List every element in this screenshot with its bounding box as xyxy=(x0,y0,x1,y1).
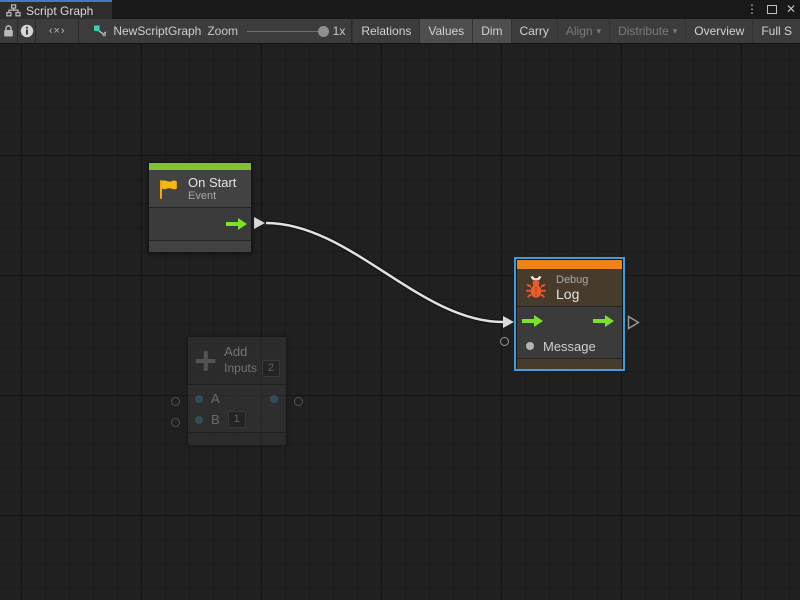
carry-button[interactable]: Carry xyxy=(511,19,557,43)
node-title: Log xyxy=(556,287,588,302)
zoom-slider[interactable] xyxy=(247,31,326,32)
port-a-outer-ring[interactable] xyxy=(171,397,180,406)
output-port-outer-ring[interactable] xyxy=(294,397,303,406)
node-add-wrapper: Add Inputs 2 A B xyxy=(187,336,287,445)
port-b-label: B xyxy=(211,412,220,427)
port-b-value-field[interactable]: 1 xyxy=(228,411,246,428)
lock-icon xyxy=(2,24,15,38)
flag-icon xyxy=(155,176,181,202)
node-title: Add xyxy=(224,344,280,359)
distribute-label: Distribute xyxy=(618,24,669,38)
info-icon xyxy=(20,24,34,38)
graph-canvas[interactable]: On Start Event xyxy=(0,44,800,600)
graph-hierarchy-icon xyxy=(6,4,21,17)
fullscreen-button[interactable]: Full S xyxy=(752,19,800,43)
bug-icon xyxy=(523,274,549,301)
flow-output-port[interactable] xyxy=(593,315,614,327)
node-on-start[interactable]: On Start Event xyxy=(148,162,252,253)
message-port-row: Message xyxy=(517,335,622,357)
flow-output-outer-triangle[interactable] xyxy=(627,315,640,330)
node-add[interactable]: Add Inputs 2 A B xyxy=(187,336,287,445)
input-port-a[interactable] xyxy=(195,395,203,403)
code-icon: ‹×› xyxy=(49,25,66,37)
port-row-a: A xyxy=(188,388,286,409)
node-subtitle: Event xyxy=(188,190,236,203)
node-footer xyxy=(517,358,622,369)
graph-breadcrumb[interactable]: NewScriptGraph xyxy=(79,19,201,43)
connection-wire-shadow xyxy=(266,223,503,322)
flow-input-port[interactable] xyxy=(522,315,543,327)
wire-end-arrow[interactable] xyxy=(503,316,514,328)
node-body xyxy=(149,208,251,240)
tab-title: Script Graph xyxy=(26,4,93,18)
values-button[interactable]: Values xyxy=(419,19,472,43)
window-menu-icon[interactable]: ⋮ xyxy=(746,0,758,19)
message-port-outer-ring[interactable] xyxy=(500,337,509,346)
output-port-sum[interactable] xyxy=(270,395,278,403)
zoom-slider-handle[interactable] xyxy=(318,26,329,37)
input-port-b[interactable] xyxy=(195,416,203,424)
relations-button[interactable]: Relations xyxy=(352,19,419,43)
plus-icon xyxy=(194,348,217,374)
carry-label: Carry xyxy=(520,24,549,38)
graph-name-label: NewScriptGraph xyxy=(113,24,201,38)
port-a-label: A xyxy=(211,391,220,406)
info-button[interactable] xyxy=(18,19,35,43)
message-port-label: Message xyxy=(543,339,596,354)
node-accent-bar xyxy=(517,260,622,269)
zoom-control: Zoom 1x xyxy=(201,19,351,43)
dim-button[interactable]: Dim xyxy=(472,19,510,43)
tab-script-graph[interactable]: Script Graph xyxy=(0,0,112,19)
node-accent-bar xyxy=(149,163,251,170)
align-button[interactable]: Align ▾ xyxy=(557,19,609,43)
node-category: Debug xyxy=(556,274,588,287)
node-header: Add Inputs 2 xyxy=(188,337,286,385)
node-footer xyxy=(149,240,251,252)
wire-layer xyxy=(0,44,800,600)
fullscreen-label: Full S xyxy=(761,24,792,38)
node-debug-log[interactable]: Debug Log Message xyxy=(516,259,623,369)
chevron-down-icon: ▾ xyxy=(673,26,678,37)
tab-bar: Script Graph ⋮ ✕ xyxy=(0,0,800,19)
flow-output-port[interactable] xyxy=(226,218,247,230)
script-graph-window: Script Graph ⋮ ✕ ‹×› xyxy=(0,0,800,600)
maximize-icon[interactable] xyxy=(767,5,777,14)
inputs-count-field[interactable]: 2 xyxy=(262,360,280,377)
node-footer xyxy=(188,432,286,445)
window-controls: ⋮ ✕ xyxy=(746,0,796,19)
overview-label: Overview xyxy=(694,24,744,38)
values-label: Values xyxy=(428,24,464,38)
graph-toolbar: ‹×› NewScriptGraph Zoom 1x Relations Val… xyxy=(0,19,800,44)
node-body: Message xyxy=(517,307,622,358)
zoom-value: 1x xyxy=(333,24,346,38)
code-view-button[interactable]: ‹×› xyxy=(36,19,78,43)
align-label: Align xyxy=(566,24,593,38)
wire-start-arrow[interactable] xyxy=(254,217,265,229)
node-body: A B 1 xyxy=(188,385,286,432)
dim-label: Dim xyxy=(481,24,502,38)
message-input-port[interactable] xyxy=(526,342,534,350)
close-icon[interactable]: ✕ xyxy=(786,0,796,19)
node-title: On Start xyxy=(188,175,236,190)
relations-label: Relations xyxy=(361,24,411,38)
chevron-down-icon: ▾ xyxy=(597,26,602,37)
node-header: Debug Log xyxy=(517,269,622,307)
flow-port-row xyxy=(517,307,622,335)
node-header: On Start Event xyxy=(149,170,251,208)
port-row-b: B 1 xyxy=(188,409,286,430)
inputs-label: Inputs xyxy=(224,361,257,376)
distribute-button[interactable]: Distribute ▾ xyxy=(609,19,685,43)
script-graph-asset-icon xyxy=(93,24,107,38)
port-b-outer-ring[interactable] xyxy=(171,418,180,427)
zoom-label: Zoom xyxy=(207,24,238,38)
connection-wire[interactable] xyxy=(266,223,503,322)
overview-button[interactable]: Overview xyxy=(685,19,752,43)
lock-button[interactable] xyxy=(0,19,17,43)
